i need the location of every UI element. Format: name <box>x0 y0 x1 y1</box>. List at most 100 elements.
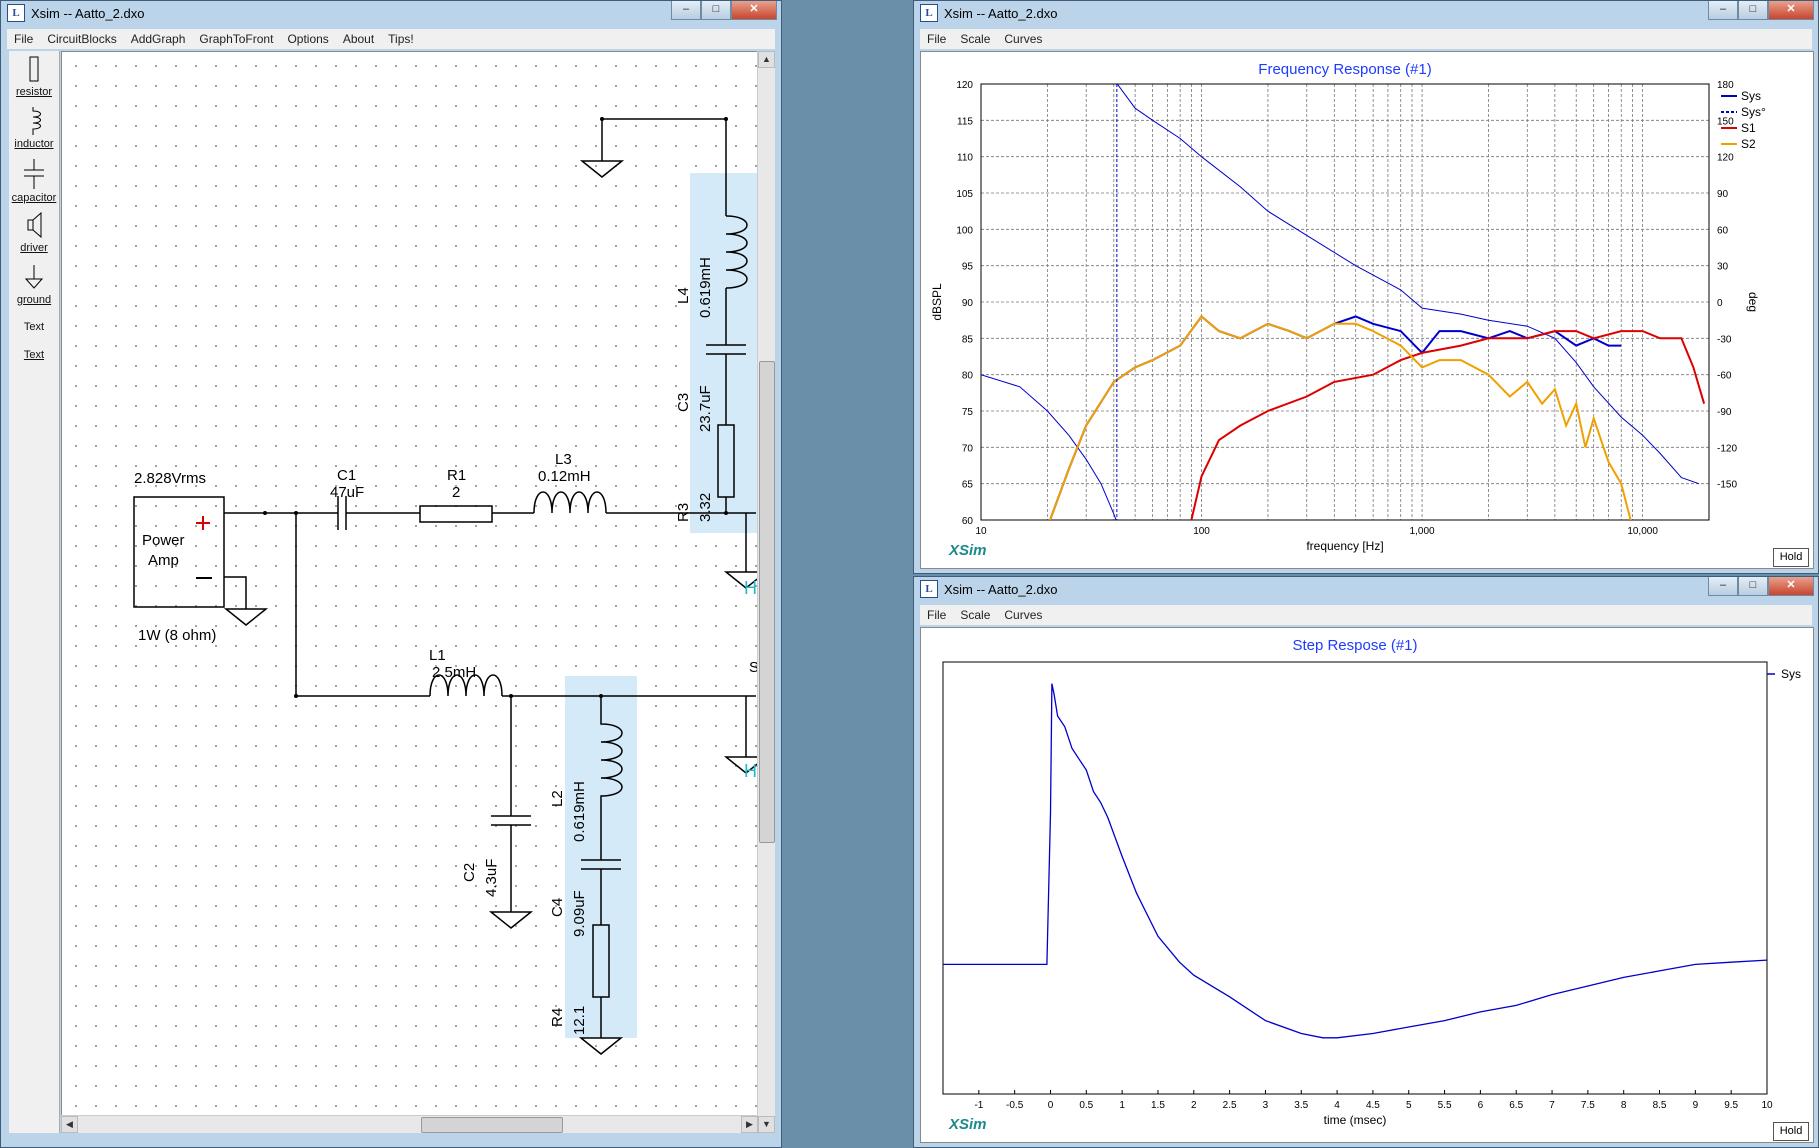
menu-circuitblocks[interactable]: CircuitBlocks <box>40 32 123 46</box>
schematic-hscrollbar[interactable]: ◀ ▶ <box>61 1115 758 1133</box>
c2-value: 4.3uF <box>483 859 500 897</box>
x-tick-label: 6.5 <box>1509 1100 1523 1111</box>
menu-graphtofront[interactable]: GraphToFront <box>192 32 280 46</box>
menu-file[interactable]: File <box>920 608 953 622</box>
l1-value: 2.5mH <box>432 664 476 681</box>
menu-scale[interactable]: Scale <box>953 32 997 46</box>
y2-axis-label: deg <box>1746 292 1760 312</box>
tool-capacitor[interactable]: capacitor <box>9 159 59 204</box>
menu-curves[interactable]: Curves <box>997 608 1049 622</box>
c1-value: 47uF <box>330 484 364 501</box>
menu-file[interactable]: File <box>920 32 953 46</box>
step-plot-area[interactable]: Step Respose (#1) -1 -0.5 0 0.5 1 1.5 2 2.5 3 3.5 4… <box>920 627 1814 1143</box>
close-button[interactable]: ✕ <box>731 1 777 20</box>
scroll-up-arrow[interactable]: ▲ <box>758 51 775 68</box>
xsim-logo: XSim <box>949 1116 987 1133</box>
c4-name: C4 <box>549 898 566 917</box>
l3-symbol <box>533 491 607 514</box>
minimize-button[interactable]: – <box>1708 1 1738 20</box>
x-tick-label: 7.5 <box>1581 1100 1595 1111</box>
y-tick-label: 115 <box>957 116 973 127</box>
freq-titlebar[interactable]: L Xsim -- Aatto_2.dxo <box>914 1 1818 25</box>
y-tick-label: 100 <box>956 225 973 236</box>
schematic-vscrollbar[interactable]: ▲ ▼ <box>757 51 775 1133</box>
close-button[interactable]: ✕ <box>1768 1 1814 20</box>
amp-power-label: 1W (8 ohm) <box>138 627 216 644</box>
step-titlebar[interactable]: L Xsim -- Aatto_2.dxo <box>914 577 1818 601</box>
x-axis-label: time (msec) <box>1324 1113 1387 1127</box>
hscroll-thumb[interactable] <box>421 1117 563 1133</box>
xsim-logo: XSim <box>949 542 987 559</box>
menu-curves[interactable]: Curves <box>997 32 1049 46</box>
x-tick-label: 5 <box>1406 1100 1412 1111</box>
c3-name: C3 <box>675 393 692 412</box>
x-tick-label: 5.5 <box>1438 1100 1452 1111</box>
r3-value: 3.32 <box>697 493 714 522</box>
app-icon: L <box>920 4 938 22</box>
menu-scale[interactable]: Scale <box>953 608 997 622</box>
x-tick-label: 8 <box>1621 1100 1627 1111</box>
x-tick-label: 7 <box>1549 1100 1555 1111</box>
r1-name: R1 <box>447 467 466 484</box>
tool-resistor[interactable]: resistor <box>9 55 59 98</box>
chart-title: Step Respose (#1) <box>1292 637 1417 654</box>
x-tick-label: -0.5 <box>1006 1100 1024 1111</box>
plot-frame <box>980 83 1710 521</box>
scroll-down-arrow[interactable]: ▼ <box>758 1116 775 1133</box>
amp-name-1: Power <box>142 532 185 549</box>
c2-name: C2 <box>461 863 478 882</box>
s1-h-marker: H <box>744 578 757 598</box>
l3-value: 0.12mH <box>538 468 591 485</box>
schematic-titlebar[interactable]: L Xsim -- Aatto_2.dxo <box>1 1 781 25</box>
menu-options[interactable]: Options <box>280 32 335 46</box>
x-tick-label: 4 <box>1334 1100 1340 1111</box>
tool-text[interactable]: Text <box>9 321 59 333</box>
tool-text-link[interactable]: Text <box>9 349 59 361</box>
c3-value: 23.7uF <box>697 385 714 432</box>
scroll-left-arrow[interactable]: ◀ <box>61 1116 78 1133</box>
r4-name: R4 <box>549 1008 566 1027</box>
component-toolbox: resistor inductor capacitor driver groun… <box>9 51 60 1133</box>
menu-addgraph[interactable]: AddGraph <box>124 32 193 46</box>
step-response-chart: Step Respose (#1) -1 -0.5 0 0.5 1 1.5 2 2.5 3 3.5 4… <box>942 637 1801 1127</box>
x-tick-label: 0.5 <box>1079 1100 1093 1111</box>
vscroll-thumb[interactable] <box>759 361 775 843</box>
x-tick-label: 4.5 <box>1366 1100 1380 1111</box>
tool-inductor[interactable]: inductor <box>9 107 59 150</box>
maximize-button[interactable]: □ <box>701 1 731 20</box>
x-tick-label: 3 <box>1263 1100 1269 1111</box>
maximize-button[interactable]: □ <box>1738 1 1768 20</box>
minimize-button[interactable]: – <box>671 1 701 20</box>
step-window: L Xsim -- Aatto_2.dxo – □ ✕ File Scale C… <box>913 576 1819 1148</box>
menu-about[interactable]: About <box>336 32 381 46</box>
scroll-right-arrow[interactable]: ▶ <box>741 1116 758 1133</box>
freq-plot-area[interactable]: Frequency Response (#1) 60 65 70 75 80 85 90 95 1… <box>920 51 1814 569</box>
chart-title: Frequency Response (#1) <box>1258 61 1431 78</box>
y-tick-label: 90 <box>962 298 974 309</box>
c1-name: C1 <box>337 467 356 484</box>
x-tick-label: 1.5 <box>1151 1100 1165 1111</box>
minimize-button[interactable]: – <box>1708 577 1738 596</box>
maximize-button[interactable]: □ <box>1738 577 1768 596</box>
r4-value: 12.1 <box>571 1006 588 1035</box>
ground-top <box>579 160 625 178</box>
amp-name-2: Amp <box>148 552 179 569</box>
tool-driver[interactable]: driver <box>9 211 59 254</box>
menu-file[interactable]: File <box>7 32 40 46</box>
x-tick-label: 2.5 <box>1223 1100 1237 1111</box>
highlight-s1-notch <box>690 173 758 533</box>
hold-button[interactable]: Hold <box>1773 1122 1809 1141</box>
legend-label: Sys <box>1741 89 1761 103</box>
plot-frame <box>942 661 1768 1095</box>
window-title: Xsim -- Aatto_2.dxo <box>944 5 1058 21</box>
tool-ground[interactable]: ground <box>9 263 59 306</box>
close-button[interactable]: ✕ <box>1768 577 1814 596</box>
series-line-0 <box>943 683 1768 1039</box>
freq-menubar: File Scale Curves <box>920 29 1812 49</box>
x-tick-label: 6 <box>1478 1100 1484 1111</box>
menu-tips[interactable]: Tips! <box>381 32 421 46</box>
schematic-canvas[interactable]: 2.828Vrms Power Amp 1W (8 ohm) C1 47uF R… <box>61 51 759 1117</box>
x-tick-label: 0 <box>1048 1100 1054 1111</box>
hold-button[interactable]: Hold <box>1773 548 1809 567</box>
s2-h-marker: H <box>744 761 757 781</box>
